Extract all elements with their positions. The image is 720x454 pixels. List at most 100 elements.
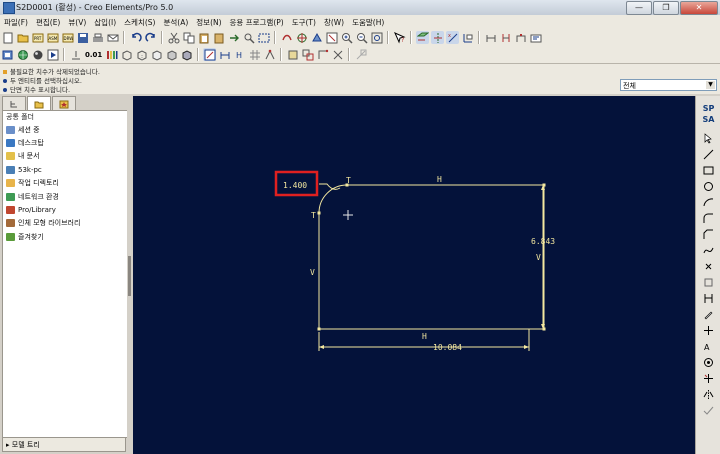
graphics-window[interactable]: T T H H V V 6.843 10.084 1.400	[133, 96, 695, 454]
vertex-point[interactable]	[542, 327, 546, 331]
constraint-tangent-label[interactable]: T	[346, 176, 351, 185]
menu-analysis[interactable]: 분석(A)	[159, 17, 192, 28]
paste-icon[interactable]	[197, 31, 210, 44]
sp-button[interactable]: SP	[696, 104, 720, 113]
datum-point-icon[interactable]: x	[446, 31, 459, 44]
regenerate-icon[interactable]	[227, 31, 240, 44]
zoom-in-icon[interactable]	[340, 31, 353, 44]
datum-csys-icon[interactable]	[461, 31, 474, 44]
minimize-button[interactable]: —	[626, 1, 652, 15]
trim-tool-icon[interactable]	[702, 372, 715, 385]
datum-plane-icon[interactable]	[416, 31, 429, 44]
model-tree-toggle[interactable]: ▸ 모델 트리	[2, 437, 126, 452]
palette-tool-icon[interactable]	[702, 356, 715, 369]
done-tool-icon[interactable]	[702, 404, 715, 417]
chamfer-tool-icon[interactable]	[702, 228, 715, 241]
sketch-diag-icon[interactable]	[354, 48, 367, 61]
sketch-settings-icon[interactable]	[69, 48, 82, 61]
line-tool-icon[interactable]	[702, 148, 715, 161]
asm-icon[interactable]: ASM	[46, 31, 59, 44]
close-button[interactable]: ✕	[680, 1, 718, 15]
menu-insert[interactable]: 삽입(I)	[90, 17, 120, 28]
menu-help[interactable]: 도움말(H)	[348, 17, 388, 28]
disp-dims-icon[interactable]	[218, 48, 231, 61]
sketch-palette-icon[interactable]	[529, 31, 542, 44]
undo-icon[interactable]	[129, 31, 142, 44]
chevron-down-icon[interactable]: ▼	[706, 81, 715, 89]
shade-closed-icon[interactable]	[286, 48, 299, 61]
navigator-splitter[interactable]	[127, 96, 132, 454]
shading-edges-icon[interactable]	[180, 48, 193, 61]
spline-tool-icon[interactable]	[702, 244, 715, 257]
vertex-point[interactable]	[317, 327, 321, 331]
folder-item[interactable]: 데스크탑	[3, 136, 127, 149]
text-tool-icon[interactable]: A	[702, 340, 715, 353]
zoom-out-icon[interactable]	[355, 31, 368, 44]
menu-sketch[interactable]: 스케치(S)	[120, 17, 159, 28]
folder-item[interactable]: 인체 모형 라이브러리	[3, 217, 127, 230]
appearance-icon[interactable]	[31, 48, 44, 61]
folder-item[interactable]: 내 문서	[3, 150, 127, 163]
email-icon[interactable]	[106, 31, 119, 44]
point-tool-icon[interactable]	[702, 260, 715, 273]
menu-applications[interactable]: 응용 프로그램(P)	[226, 17, 288, 28]
folder-item[interactable]: 세션 중	[3, 123, 127, 136]
dimension-width-value[interactable]: 10.084	[433, 343, 462, 352]
prt-icon[interactable]: PRT	[31, 31, 44, 44]
overlap-icon[interactable]	[301, 48, 314, 61]
drw-icon[interactable]: DRW	[61, 31, 74, 44]
menu-info[interactable]: 정보(N)	[192, 17, 225, 28]
layers-icon[interactable]	[1, 48, 14, 61]
redo-icon[interactable]	[144, 31, 157, 44]
folder-item[interactable]: 53k-pc	[3, 163, 127, 176]
shading-icon[interactable]	[165, 48, 178, 61]
intersect-icon[interactable]	[331, 48, 344, 61]
paste-special-icon[interactable]	[212, 31, 225, 44]
folder-item[interactable]: 네트워크 환경	[3, 190, 127, 203]
wireframe-icon[interactable]	[120, 48, 133, 61]
constraint-tool-icon[interactable]	[702, 324, 715, 337]
menu-edit[interactable]: 편집(E)	[32, 17, 64, 28]
selection-filter-dropdown[interactable]: 전체 ▼	[620, 79, 717, 91]
cut-icon[interactable]	[167, 31, 180, 44]
find-icon[interactable]	[242, 31, 255, 44]
mirror-tool-icon[interactable]	[702, 388, 715, 401]
no-hidden-icon[interactable]	[150, 48, 163, 61]
repaint-icon[interactable]	[280, 31, 293, 44]
arc-tool-icon[interactable]	[702, 196, 715, 209]
open-ends-icon[interactable]	[316, 48, 329, 61]
fillet-tool-icon[interactable]	[702, 212, 715, 225]
disp-grid-icon[interactable]	[248, 48, 261, 61]
sketch-view-icon[interactable]	[203, 48, 217, 61]
sketch-dim-icon[interactable]	[484, 31, 497, 44]
tab-favorites[interactable]	[52, 96, 76, 110]
color-bars-icon[interactable]	[105, 48, 118, 61]
save-icon[interactable]	[76, 31, 89, 44]
globe-icon[interactable]	[16, 48, 29, 61]
model-player-icon[interactable]	[46, 48, 59, 61]
hidden-line-icon[interactable]	[135, 48, 148, 61]
constraint-vertical-label[interactable]: V	[310, 268, 315, 277]
new-file-icon[interactable]	[1, 31, 14, 44]
orient-icon[interactable]	[310, 31, 323, 44]
folder-item[interactable]: 작업 디렉토리	[3, 177, 127, 190]
modify-tool-icon[interactable]	[702, 308, 715, 321]
spin-center-icon[interactable]	[295, 31, 308, 44]
folder-item[interactable]: 즐겨찾기	[3, 230, 127, 243]
menu-tools[interactable]: 도구(T)	[288, 17, 320, 28]
folder-item[interactable]: Pro/Library	[3, 203, 127, 216]
circle-tool-icon[interactable]	[702, 180, 715, 193]
vertex-point[interactable]	[542, 183, 546, 187]
copy-icon[interactable]	[182, 31, 195, 44]
sketch-constraint-icon[interactable]	[499, 31, 512, 44]
select-arrow-icon[interactable]	[702, 132, 715, 145]
constraint-vertical-label[interactable]: V	[536, 253, 541, 262]
disp-constraints-icon[interactable]: H	[233, 48, 246, 61]
open-folder-icon[interactable]	[16, 31, 29, 44]
sketch-text-icon[interactable]	[514, 31, 527, 44]
use-edge-icon[interactable]	[702, 276, 715, 289]
print-icon[interactable]	[91, 31, 104, 44]
rectangle-tool-icon[interactable]	[702, 164, 715, 177]
vertex-point[interactable]	[317, 211, 321, 215]
zoom-window-icon[interactable]	[325, 31, 338, 44]
